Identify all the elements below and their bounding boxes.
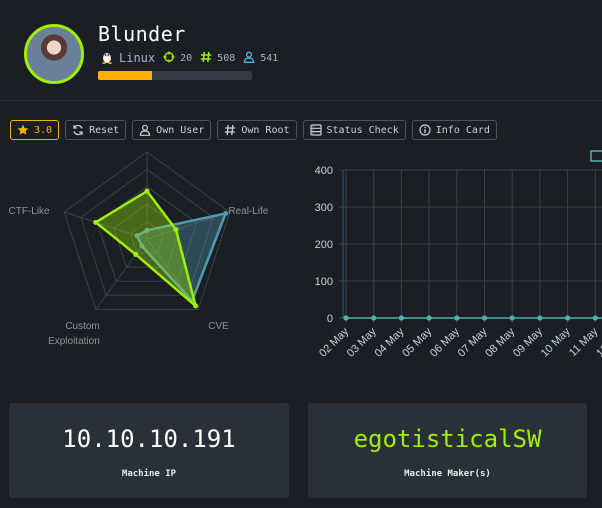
radar-axis-label-line: Exploitation: [48, 336, 100, 347]
line-chart-point: [426, 315, 432, 321]
system-owns-info: 508: [200, 51, 235, 66]
line-chart-point: [398, 315, 404, 321]
crosshair-icon: [163, 51, 175, 66]
line-chart-x-tick: 03 May: [345, 325, 379, 359]
machine-ip-label: Machine IP: [121, 469, 177, 479]
own-user-label: Own User: [156, 124, 205, 136]
radar-axis-label-line: Real-Life: [228, 206, 268, 217]
line-chart-x-tick: 05 May: [400, 325, 434, 359]
radar-point: [144, 188, 150, 194]
line-chart-y-tick: 400: [315, 165, 333, 177]
line-chart-point: [592, 315, 598, 321]
line-chart-x-tick: 08 May: [483, 325, 517, 359]
machine-maker-label: Machine Maker(s): [404, 469, 491, 479]
line-chart-legend-swatch: [590, 150, 602, 162]
line-chart-x-tick: 09 May: [511, 325, 545, 359]
line-chart-x-tick: 02 May: [317, 325, 351, 359]
user-icon: [139, 124, 151, 136]
machine-avatar: [24, 24, 84, 84]
radar-axis-label: CVE: [208, 321, 229, 332]
activity-line-chart: 0 100 200 300 400 02 May03 May04 May05 May06 …: [315, 150, 602, 360]
machine-maker-card: egotisticalSW Machine Maker(s): [308, 403, 587, 498]
info-card-label: Info Card: [435, 124, 490, 136]
user-owns-info: 541: [243, 51, 278, 66]
star-icon: [17, 124, 29, 136]
rating-value: 3.0: [34, 124, 53, 136]
radar-axis-label: Real-Life: [228, 206, 268, 217]
info-icon: [419, 124, 431, 136]
radar-axis-label-line: Custom: [65, 321, 99, 332]
line-chart-point: [509, 315, 515, 321]
line-chart-y-tick: 100: [315, 276, 333, 288]
server-icon: [309, 124, 322, 136]
reset-label: Reset: [89, 124, 120, 136]
own-user-button[interactable]: Own User: [132, 120, 212, 140]
radar-axis-label-line: CVE: [208, 321, 229, 332]
line-chart-x-tick: 06 May: [428, 325, 462, 359]
radar-point: [93, 219, 99, 225]
user-owns-value: 541: [260, 52, 279, 64]
line-chart-x-tick: 10 May: [539, 325, 573, 359]
rating-button[interactable]: 3.0: [10, 120, 60, 140]
machine-ip-value[interactable]: 10.10.10.191: [9, 425, 289, 453]
machine-header: Blunder Linux 20 508 541: [0, 0, 602, 100]
line-chart-point: [537, 315, 543, 321]
points-value: 20: [180, 52, 193, 64]
line-chart-x-tick: 07 May: [456, 325, 490, 359]
radar-axis-label-line: CTF-Like: [9, 206, 51, 217]
radar-point: [173, 227, 179, 233]
radar-axis-label: CTF-Like: [9, 206, 51, 217]
line-chart-y-tick: 200: [315, 239, 333, 251]
status-check-label: Status Check: [326, 124, 399, 136]
machine-meta: Linux 20 508 541: [100, 50, 286, 66]
line-chart-point: [565, 315, 571, 321]
skills-radar-chart: EnumerationReal-LifeCVECustomExploitatio…: [9, 151, 269, 347]
progress-fill: [98, 71, 152, 80]
system-owns-value: 508: [217, 52, 236, 64]
radar-axis-label: Custom Exploitation: [48, 321, 100, 347]
line-chart-point: [371, 315, 377, 321]
machine-ip-card: 10.10.10.191 Machine IP: [9, 403, 289, 498]
own-root-label: Own Root: [241, 124, 290, 136]
line-chart-y-tick: 0: [327, 313, 333, 325]
own-root-button[interactable]: Own Root: [217, 120, 297, 140]
machine-name: Blunder: [98, 22, 186, 46]
line-chart-y-tick: 300: [315, 202, 333, 214]
machine-maker-value[interactable]: egotisticalSW: [308, 425, 587, 453]
reset-button[interactable]: Reset: [65, 120, 127, 140]
radar-point: [223, 210, 229, 216]
radar-point: [193, 303, 199, 309]
os-label: Linux: [119, 51, 156, 65]
line-chart-point: [481, 315, 488, 321]
header-divider: [0, 100, 602, 101]
linux-icon: [100, 50, 114, 67]
os-info: Linux: [100, 50, 155, 67]
action-toolbar: 3.0 Reset Own User Own Root Status Check…: [10, 120, 503, 140]
radar-point: [133, 251, 139, 257]
line-chart-point: [343, 315, 349, 321]
line-chart-point: [454, 315, 460, 321]
hash-icon: [224, 124, 236, 136]
status-check-button[interactable]: Status Check: [302, 120, 406, 140]
refresh-icon: [72, 124, 84, 136]
line-chart-x-tick: 04 May: [373, 325, 407, 359]
points-info: 20: [163, 51, 192, 66]
hash-icon: [200, 51, 212, 66]
user-icon: [243, 51, 255, 66]
info-card-button[interactable]: Info Card: [411, 120, 497, 140]
progress-bar: [98, 71, 252, 80]
